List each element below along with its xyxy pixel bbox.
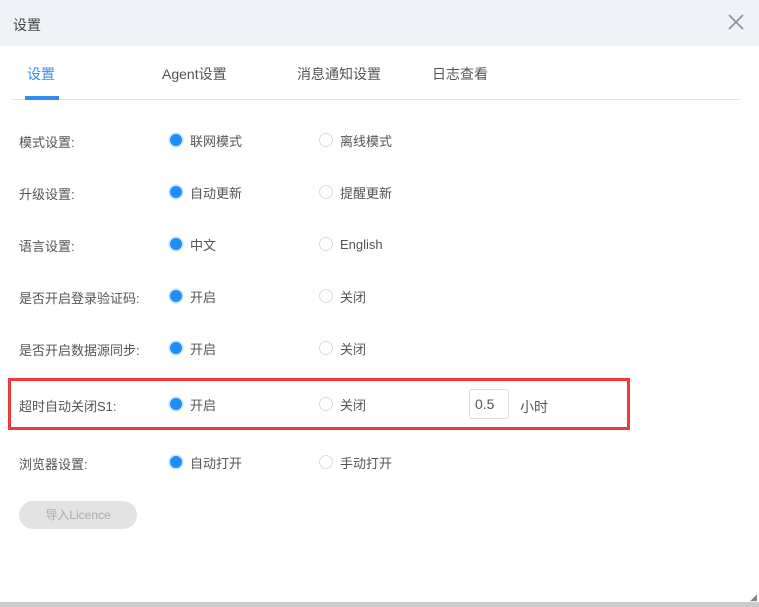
radio-checked-icon[interactable] (169, 237, 183, 251)
setting-row-login-captcha: 是否开启登录验证码: 开启 关闭 (0, 286, 759, 306)
option-label: 中文 (190, 237, 217, 253)
radio-chinese[interactable]: 中文 (169, 234, 216, 254)
radio-auto-update[interactable]: 自动更新 (169, 182, 242, 202)
bottom-border (0, 602, 759, 607)
setting-row-mode: 模式设置: 联网模式 离线模式 (0, 130, 759, 150)
option-label: 开启 (190, 397, 217, 413)
radio-unchecked-icon[interactable] (319, 185, 333, 199)
setting-row-datasource-sync: 是否开启数据源同步: 开启 关闭 (0, 338, 759, 358)
setting-label: 是否开启数据源同步: (19, 343, 140, 358)
setting-row-timeout-close: 超时自动关闭S1: 开启 关闭 (0, 394, 759, 414)
radio-manual-open[interactable]: 手动打开 (319, 452, 392, 472)
radio-captcha-off[interactable]: 关闭 (319, 286, 366, 306)
option-label: 关闭 (340, 397, 367, 413)
dialog-title: 设置 (13, 17, 41, 33)
radio-sync-on[interactable]: 开启 (169, 338, 216, 358)
radio-auto-open[interactable]: 自动打开 (169, 452, 242, 472)
radio-unchecked-icon[interactable] (319, 237, 333, 251)
tab-bar: 设置 Agent设置 消息通知设置 日志查看 (13, 46, 739, 100)
tab-notification-settings[interactable]: 消息通知设置 (297, 64, 381, 84)
radio-unchecked-icon[interactable] (319, 133, 333, 147)
setting-label: 语言设置: (19, 239, 75, 254)
resize-grip-icon[interactable]: ◢ (750, 592, 757, 603)
option-label: 联网模式 (190, 133, 243, 149)
dialog-header: 设置 (0, 0, 759, 46)
radio-checked-icon[interactable] (169, 289, 183, 303)
radio-unchecked-icon[interactable] (319, 455, 333, 469)
timeout-hours-input[interactable] (469, 389, 509, 419)
timeout-unit-label: 小时 (520, 399, 548, 415)
tab-log-view[interactable]: 日志查看 (432, 64, 488, 84)
option-label: 关闭 (340, 289, 367, 305)
setting-label: 浏览器设置: (19, 457, 88, 472)
import-licence-button[interactable]: 导入Licence (19, 501, 137, 529)
radio-timeout-on[interactable]: 开启 (169, 394, 216, 414)
radio-timeout-off[interactable]: 关闭 (319, 394, 366, 414)
active-tab-indicator (25, 96, 59, 100)
radio-online-mode[interactable]: 联网模式 (169, 130, 242, 150)
radio-unchecked-icon[interactable] (319, 289, 333, 303)
setting-label: 模式设置: (19, 135, 75, 150)
setting-row-upgrade: 升级设置: 自动更新 提醒更新 (0, 182, 759, 202)
option-label: 自动更新 (190, 185, 243, 201)
radio-checked-icon[interactable] (169, 397, 183, 411)
setting-label: 升级设置: (19, 187, 75, 202)
setting-label: 是否开启登录验证码: (19, 291, 140, 306)
radio-checked-icon[interactable] (169, 185, 183, 199)
option-label: 手动打开 (340, 455, 393, 471)
option-label: 自动打开 (190, 455, 243, 471)
option-label: 开启 (190, 341, 217, 357)
radio-checked-icon[interactable] (169, 133, 183, 147)
setting-row-browser: 浏览器设置: 自动打开 手动打开 (0, 452, 759, 472)
option-label: 离线模式 (340, 133, 393, 149)
radio-remind-update[interactable]: 提醒更新 (319, 182, 392, 202)
tab-settings[interactable]: 设置 (27, 64, 55, 84)
setting-label: 超时自动关闭S1: (19, 399, 117, 414)
tab-agent-settings[interactable]: Agent设置 (162, 64, 227, 84)
option-label: 关闭 (340, 341, 367, 357)
option-label: 开启 (190, 289, 217, 305)
radio-english[interactable]: English (319, 234, 383, 254)
setting-row-language: 语言设置: 中文 English (0, 234, 759, 255)
radio-unchecked-icon[interactable] (319, 341, 333, 355)
option-label: 提醒更新 (340, 185, 393, 201)
radio-unchecked-icon[interactable] (319, 397, 333, 411)
radio-offline-mode[interactable]: 离线模式 (319, 130, 392, 150)
radio-checked-icon[interactable] (169, 455, 183, 469)
close-icon[interactable] (727, 13, 745, 31)
option-label: English (340, 236, 383, 252)
radio-sync-off[interactable]: 关闭 (319, 338, 366, 358)
radio-captcha-on[interactable]: 开启 (169, 286, 216, 306)
radio-checked-icon[interactable] (169, 341, 183, 355)
